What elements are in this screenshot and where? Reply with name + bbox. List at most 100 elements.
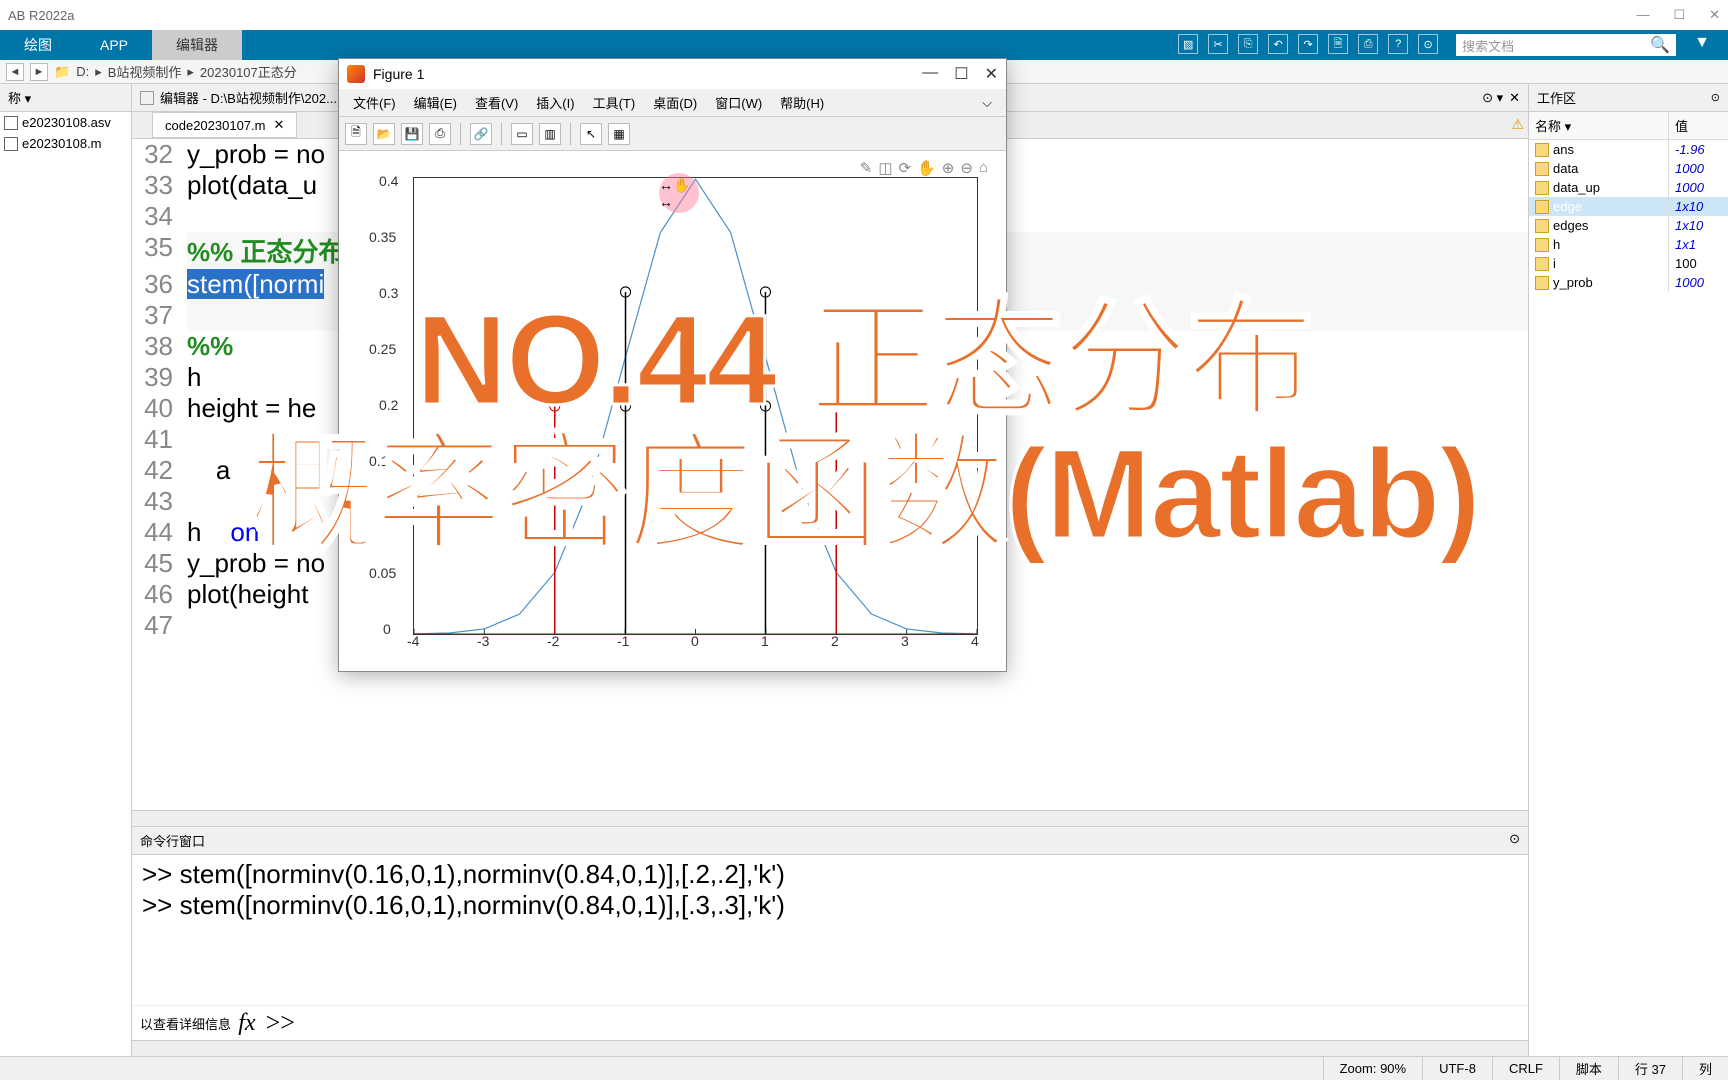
tab-editor[interactable]: 编辑器: [152, 30, 242, 60]
fx-icon[interactable]: fx: [238, 1010, 265, 1037]
workspace-var[interactable]: i100: [1529, 254, 1728, 273]
file-item[interactable]: e20230108.asv: [0, 112, 131, 133]
app-titlebar: AB R2022a — ☐ ✕: [0, 0, 1728, 30]
menu-tools[interactable]: 工具(T): [585, 93, 644, 112]
workspace-var[interactable]: data1000: [1529, 159, 1728, 178]
print-icon[interactable]: ⎙: [1358, 34, 1378, 54]
command-window[interactable]: >> stem([norminv(0.16,0,1),norminv(0.84,…: [132, 855, 1528, 1005]
minimize-icon[interactable]: —: [1636, 7, 1649, 23]
command-hint: 以查看详细信息: [140, 1014, 231, 1033]
warning-icon[interactable]: ⚠: [1507, 112, 1528, 138]
matlab-logo-icon: [347, 65, 365, 83]
save-icon[interactable]: 💾: [401, 123, 423, 145]
figure-toolbar: 🗎 📂 💾 ⎙ 🔗 ▭ ▥ ↖ ▦: [339, 117, 1006, 151]
datatips-icon[interactable]: ◫: [878, 159, 892, 177]
help-icon[interactable]: ?: [1388, 34, 1408, 54]
app-title: AB R2022a: [8, 8, 75, 23]
workspace-var[interactable]: ans-1.96: [1529, 140, 1728, 159]
cut-icon[interactable]: ✂: [1208, 34, 1228, 54]
workspace-var[interactable]: edges1x10: [1529, 216, 1728, 235]
print-icon[interactable]: ⎙: [429, 123, 451, 145]
folder-icon[interactable]: 📁: [54, 64, 70, 80]
figure-canvas[interactable]: ✎ ◫ ⟳ ✋ ⊕ ⊖ ⌂: [339, 151, 1006, 671]
panel-close-icon[interactable]: ✕: [1509, 90, 1520, 106]
command-scrollbar[interactable]: [132, 1040, 1528, 1056]
editor-scrollbar[interactable]: [132, 810, 1528, 826]
nav-fwd-icon[interactable]: ►: [30, 63, 48, 81]
undo-icon[interactable]: ↶: [1268, 34, 1288, 54]
menu-file[interactable]: 文件(F): [345, 93, 404, 112]
menu-view[interactable]: 查看(V): [467, 93, 526, 112]
menu-edit[interactable]: 编辑(E): [406, 93, 465, 112]
status-zoom[interactable]: Zoom: 90%: [1323, 1057, 1422, 1080]
status-col: 列: [1682, 1057, 1728, 1080]
tab-app[interactable]: APP: [76, 30, 152, 60]
zoomin-icon[interactable]: ⊕: [942, 159, 955, 177]
file-icon: [4, 116, 18, 130]
menu-window[interactable]: 窗口(W): [707, 93, 770, 112]
panel-options-icon[interactable]: ⊙: [1711, 91, 1720, 104]
figure-window[interactable]: Figure 1 — ☐ ✕ 文件(F) 编辑(E) 查看(V) 插入(I) 工…: [338, 58, 1007, 672]
grid-icon[interactable]: ▦: [608, 123, 630, 145]
workspace-var[interactable]: y_prob1000: [1529, 273, 1728, 292]
menu-help[interactable]: 帮助(H): [772, 93, 832, 112]
menu-corner-icon[interactable]: ⌵: [974, 95, 1000, 111]
ribbon-dropdown-icon[interactable]: ▼: [1686, 34, 1718, 56]
status-eol[interactable]: CRLF: [1492, 1057, 1559, 1080]
workspace-header: 工作区 ⊙: [1529, 84, 1728, 112]
workspace-name-column[interactable]: 名称 ▾: [1529, 112, 1669, 139]
toolbar-icon[interactable]: ▧: [1178, 34, 1198, 54]
current-folder-panel: 称 ▾ e20230108.asv e20230108.m: [0, 84, 132, 1056]
workspace-var[interactable]: data_up1000: [1529, 178, 1728, 197]
file-item[interactable]: e20230108.m: [0, 133, 131, 154]
pointer-icon[interactable]: ↖: [580, 123, 602, 145]
minimize-icon[interactable]: —: [922, 64, 938, 84]
home-icon[interactable]: ⌂: [979, 159, 988, 177]
close-icon[interactable]: ✕: [985, 64, 998, 84]
maximize-icon[interactable]: ☐: [1673, 7, 1685, 23]
more-icon[interactable]: ⊙: [1418, 34, 1438, 54]
breadcrumb-part[interactable]: B站视频制作: [108, 62, 182, 81]
status-filetype: 脚本: [1559, 1057, 1618, 1080]
search-docs-input[interactable]: 搜索文档 🔍: [1456, 34, 1676, 56]
breadcrumb-drive[interactable]: D:: [76, 64, 89, 79]
workspace-var[interactable]: edge1x10: [1529, 197, 1728, 216]
link-icon[interactable]: 🔗: [470, 123, 492, 145]
editor-icon: [140, 91, 154, 105]
nav-back-icon[interactable]: ◄: [6, 63, 24, 81]
open-icon[interactable]: 📂: [373, 123, 395, 145]
zoomout-icon[interactable]: ⊖: [960, 159, 973, 177]
figure-titlebar[interactable]: Figure 1 — ☐ ✕: [339, 59, 1006, 89]
ribbon: 绘图 APP 编辑器 ▧ ✂ ⎘ ↶ ↷ 🗎 ⎙ ? ⊙ 搜索文档 🔍 ▼: [0, 30, 1728, 60]
workspace-value-column[interactable]: 值: [1669, 112, 1728, 139]
new-icon[interactable]: 🗎: [345, 123, 367, 145]
tab-plot[interactable]: 绘图: [0, 30, 76, 60]
close-icon[interactable]: ✕: [1709, 7, 1720, 23]
panel-options-icon[interactable]: ⊙ ▾: [1482, 90, 1503, 106]
editor-tab[interactable]: code20230107.m ✕: [152, 112, 297, 138]
status-bar: Zoom: 90% UTF-8 CRLF 脚本 行 37 列: [0, 1056, 1728, 1080]
brush-icon[interactable]: ✎: [860, 159, 873, 177]
colorbar-icon[interactable]: ▥: [539, 123, 561, 145]
doc-icon[interactable]: 🗎: [1328, 34, 1348, 54]
menu-insert[interactable]: 插入(I): [528, 93, 582, 112]
file-icon: [4, 137, 18, 151]
breadcrumb-part[interactable]: 20230107正态分: [200, 62, 297, 81]
workspace-var[interactable]: h1x1: [1529, 235, 1728, 254]
menu-desktop[interactable]: 桌面(D): [645, 93, 705, 112]
status-line: 行 37: [1618, 1057, 1682, 1080]
status-encoding[interactable]: UTF-8: [1422, 1057, 1492, 1080]
insert-icon[interactable]: ▭: [511, 123, 533, 145]
pan-icon[interactable]: ✋: [917, 159, 936, 177]
tab-close-icon[interactable]: ✕: [273, 117, 284, 133]
rotate-icon[interactable]: ⟳: [899, 159, 912, 177]
maximize-icon[interactable]: ☐: [954, 64, 968, 84]
search-icon[interactable]: 🔍: [1650, 35, 1670, 55]
command-window-header: 命令行窗口 ⊙: [132, 826, 1528, 855]
copy-icon[interactable]: ⎘: [1238, 34, 1258, 54]
redo-icon[interactable]: ↷: [1298, 34, 1318, 54]
plot-axes[interactable]: [413, 177, 978, 635]
panel-options-icon[interactable]: ⊙: [1509, 831, 1520, 850]
figure-menu: 文件(F) 编辑(E) 查看(V) 插入(I) 工具(T) 桌面(D) 窗口(W…: [339, 89, 1006, 117]
command-prompt[interactable]: >>: [266, 1008, 295, 1038]
